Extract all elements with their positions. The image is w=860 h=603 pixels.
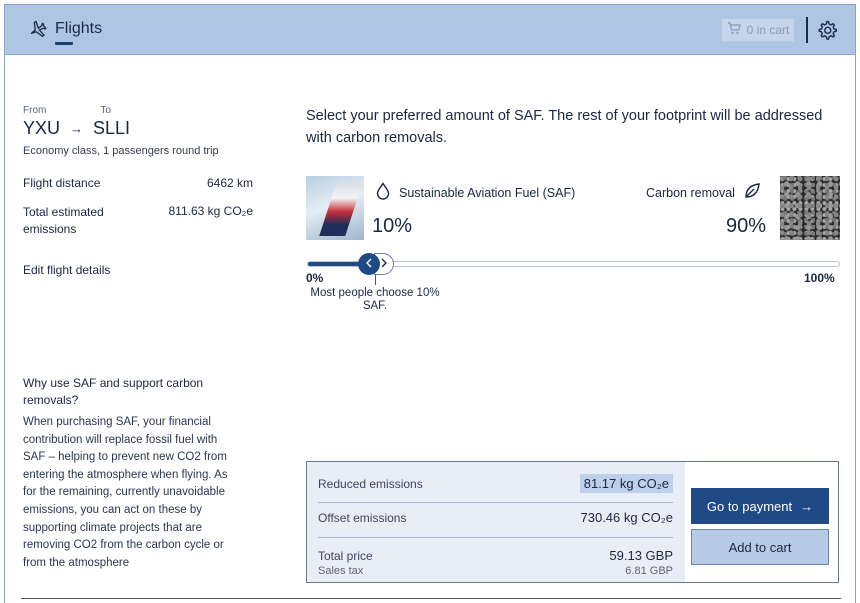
route-arrow-icon: → bbox=[70, 121, 84, 136]
route: YXU → SLLI bbox=[23, 118, 253, 139]
chevron-left-icon bbox=[365, 258, 373, 271]
sales-tax-value: 6.81 GBP bbox=[625, 565, 673, 577]
why-saf-body: When purchasing SAF, your financial cont… bbox=[23, 416, 228, 569]
reduced-emissions-label: Reduced emissions bbox=[318, 476, 423, 491]
top-bar: Flights 0 in cart bbox=[5, 5, 855, 55]
carbon-removal-image bbox=[780, 176, 840, 240]
active-tab-indicator bbox=[55, 42, 73, 45]
offset-emissions-label: Offset emissions bbox=[318, 510, 407, 525]
slider-decrease-button[interactable] bbox=[358, 253, 380, 275]
slider-max-label: 100% bbox=[804, 271, 835, 285]
aircraft-tail-image bbox=[306, 176, 364, 240]
tab-flights-label: Flights bbox=[55, 20, 103, 37]
go-to-payment-button[interactable]: Go to payment → bbox=[691, 488, 829, 524]
leaf-icon bbox=[743, 182, 761, 203]
droplet-icon bbox=[375, 182, 391, 203]
total-price-label: Total price bbox=[318, 548, 373, 563]
saf-label: Sustainable Aviation Fuel (SAF) bbox=[399, 185, 576, 200]
saf-option: Sustainable Aviation Fuel (SAF) bbox=[375, 182, 575, 203]
saf-percent: 10% bbox=[372, 215, 413, 237]
to-label: To bbox=[100, 105, 111, 116]
arrow-right-icon: → bbox=[800, 498, 814, 514]
cart-icon bbox=[727, 22, 741, 38]
carbon-removal-label: Carbon removal bbox=[646, 185, 735, 200]
emissions-summary: Reduced emissions 81.17 kg CO₂e Offset e… bbox=[307, 462, 685, 582]
offset-emissions-row: Offset emissions 730.46 kg CO₂e bbox=[318, 510, 673, 525]
route-labels: From To bbox=[23, 105, 253, 116]
tail-shape bbox=[319, 182, 363, 236]
travel-class: Economy class, 1 passengers round trip bbox=[23, 145, 219, 157]
from-code: YXU bbox=[23, 118, 61, 138]
total-price-row: Total price 59.13 GBP bbox=[318, 548, 673, 563]
add-to-cart-button[interactable]: Add to cart bbox=[691, 529, 829, 565]
edit-flight-link[interactable]: Edit flight details bbox=[23, 263, 253, 277]
app-frame: Flights 0 in cart From To YXU → SLLI Eco… bbox=[4, 4, 856, 603]
header-divider bbox=[806, 17, 808, 43]
sales-tax-label: Sales tax bbox=[318, 565, 364, 577]
divider bbox=[318, 502, 673, 503]
saf-slider-handle[interactable] bbox=[358, 253, 394, 275]
airplane-icon bbox=[27, 19, 47, 39]
why-saf-section: Why use SAF and support carbon removals?… bbox=[23, 375, 238, 572]
emissions-row: Total estimated emissions 811.63 kg CO₂e bbox=[23, 204, 253, 238]
tab-flights[interactable]: Flights bbox=[27, 19, 102, 39]
cart-button[interactable]: 0 in cart bbox=[721, 18, 795, 42]
saf-headline: Select your preferred amount of SAF. The… bbox=[306, 108, 823, 146]
why-saf-title: Why use SAF and support carbon removals? bbox=[23, 376, 204, 407]
distance-value: 6462 km bbox=[206, 176, 253, 190]
carbon-removal-percent: 90% bbox=[726, 215, 767, 237]
distance-label: Flight distance bbox=[23, 176, 101, 190]
reduced-emissions-row: Reduced emissions 81.17 kg CO₂e bbox=[318, 474, 673, 493]
flight-summary-panel: From To YXU → SLLI Economy class, 1 pass… bbox=[23, 105, 253, 277]
gear-icon[interactable] bbox=[816, 19, 838, 41]
go-to-payment-label: Go to payment bbox=[706, 498, 793, 514]
bottom-divider bbox=[21, 598, 841, 599]
chevron-right-icon bbox=[380, 258, 388, 271]
to-code: SLLI bbox=[93, 118, 131, 138]
emissions-label: Total estimated emissions bbox=[23, 205, 104, 236]
cart-label: 0 in cart bbox=[746, 23, 790, 37]
recommendation-hint: Most people choose 10% SAF. bbox=[310, 287, 440, 312]
sales-tax-row: Sales tax 6.81 GBP bbox=[318, 565, 673, 577]
distance-row: Flight distance 6462 km bbox=[23, 176, 253, 190]
divider bbox=[318, 537, 673, 538]
reduced-emissions-value: 81.17 kg CO₂e bbox=[579, 474, 673, 493]
offset-emissions-value: 730.46 kg CO₂e bbox=[580, 510, 674, 525]
from-label: From bbox=[23, 105, 47, 116]
emissions-value: 811.63 kg CO₂e bbox=[168, 204, 254, 218]
carbon-removal-option: Carbon removal bbox=[646, 182, 761, 203]
price-summary-box: Reduced emissions 81.17 kg CO₂e Offset e… bbox=[306, 461, 839, 583]
recommended-tick bbox=[375, 275, 376, 285]
slider-min-label: 0% bbox=[306, 271, 324, 285]
total-price-value: 59.13 GBP bbox=[609, 548, 673, 563]
